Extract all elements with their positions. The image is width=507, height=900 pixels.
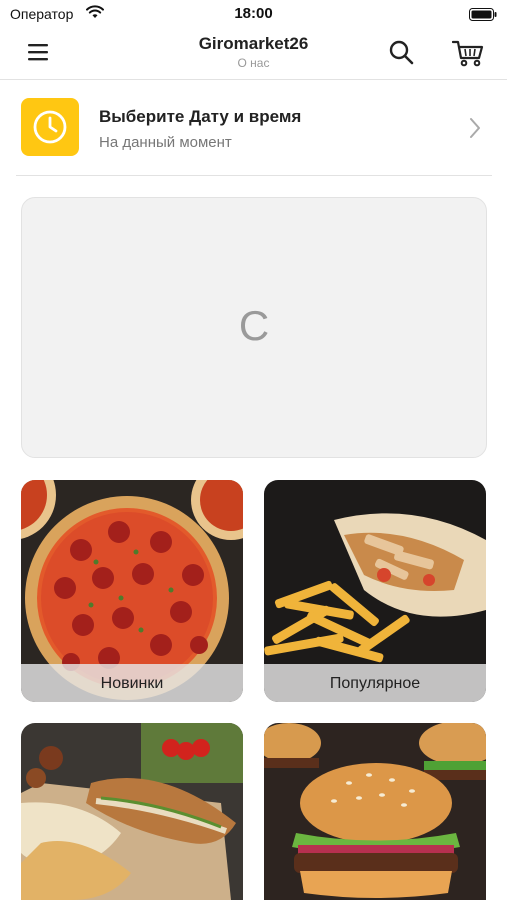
- battery-icon: [469, 8, 497, 21]
- burgers-image: [264, 723, 486, 900]
- grilled-sandwiches-image: [21, 723, 243, 900]
- clock-icon: [33, 110, 67, 144]
- promo-banner[interactable]: С: [21, 197, 487, 458]
- cart-icon[interactable]: [452, 39, 484, 67]
- banner-placeholder-text: С: [238, 302, 270, 349]
- status-bar: Оператор 18:00: [0, 0, 507, 28]
- chevron-right-icon: [470, 118, 480, 138]
- category-label: Новинки: [21, 664, 243, 702]
- category-tile-sandwiches[interactable]: [21, 723, 243, 900]
- category-label: Популярное: [264, 664, 486, 702]
- category-tile-new[interactable]: Новинки: [21, 480, 243, 702]
- search-icon[interactable]: [388, 39, 414, 65]
- clock-time: 18:00: [234, 5, 273, 22]
- navigation-bar: Giromarket26 О нас: [0, 28, 507, 80]
- category-tile-burgers[interactable]: [264, 723, 486, 900]
- nav-title-group: Giromarket26 О нас: [0, 34, 507, 70]
- delivery-title: Выберите Дату и время: [99, 107, 302, 126]
- delivery-time-selector[interactable]: Выберите Дату и время На данный момент: [16, 88, 492, 176]
- store-title: Giromarket26: [198, 34, 309, 53]
- clock-tile: [21, 98, 79, 156]
- category-tile-popular[interactable]: Популярное: [264, 480, 486, 702]
- delivery-subtitle: На данный момент: [99, 134, 232, 151]
- about-us-link[interactable]: О нас: [0, 56, 507, 70]
